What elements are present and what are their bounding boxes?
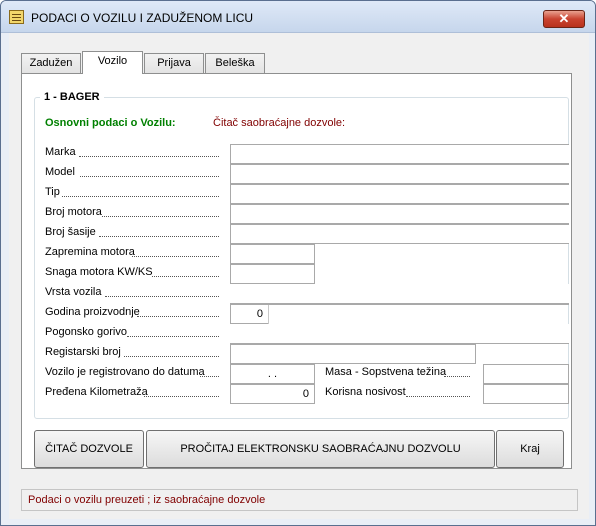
- label-broj-sasije: Broj šasije: [45, 226, 96, 238]
- registarski-field[interactable]: [230, 344, 476, 364]
- label-broj-motora: Broj motora: [45, 206, 102, 218]
- tab-zaduzen[interactable]: Zadužen: [21, 53, 81, 73]
- form-icon: [9, 10, 24, 24]
- kraj-button[interactable]: Kraj: [496, 430, 564, 468]
- leader-dots: [137, 307, 219, 317]
- leader-dots: [62, 187, 219, 197]
- snaga-field[interactable]: [230, 264, 315, 284]
- label-gorivo: Pogonsko gorivo: [45, 326, 127, 338]
- model-field[interactable]: [230, 164, 569, 184]
- marka-field[interactable]: [230, 144, 569, 164]
- group-title: 1 - BAGER: [40, 91, 104, 103]
- registrovano-date-field[interactable]: . .: [230, 364, 315, 384]
- title-bar: PODACI O VOZILU I ZADUŽENOM LICU ✕: [1, 1, 595, 33]
- label-marka: Marka: [45, 146, 76, 158]
- vrsta-field[interactable]: [230, 284, 569, 304]
- citac-dozvole-button[interactable]: ČITAČ DOZVOLE: [34, 430, 144, 468]
- status-bar: Podaci o vozilu preuzeti ; iz saobraćajn…: [21, 489, 578, 511]
- label-masa: Masa - Sopstvena težina: [325, 366, 447, 378]
- label-vrsta: Vrsta vozila: [45, 286, 102, 298]
- leader-dots: [444, 367, 470, 377]
- leader-dots: [80, 167, 219, 177]
- dialog-body: Zadužen Vozilo Prijava Beleška 1 - BAGER…: [9, 33, 589, 519]
- tab-panel-vozilo: 1 - BAGER Osnovni podaci o Vozilu: Čitač…: [21, 73, 572, 469]
- godina-extension: [268, 304, 569, 305]
- leader-dots: [102, 207, 219, 217]
- close-button[interactable]: ✕: [543, 10, 585, 28]
- leader-dots: [124, 347, 219, 357]
- kilometraza-field[interactable]: 0: [230, 384, 315, 404]
- procitaj-dozvolu-button[interactable]: PROČITAJ ELEKTRONSKU SAOBRAĆAJNU DOZVOLU: [146, 430, 495, 468]
- leader-dots: [152, 267, 219, 277]
- label-registarski: Registarski broj: [45, 346, 121, 358]
- leader-dots: [105, 287, 219, 297]
- label-registrovano: Vozilo je registrovano do datuma: [45, 366, 205, 378]
- godina-divider: [268, 304, 269, 324]
- label-zapremina: Zapremina motora: [45, 246, 135, 258]
- label-tip: Tip: [45, 186, 60, 198]
- label-nosivost: Korisna nosivost: [325, 386, 406, 398]
- leader-dots: [99, 227, 219, 237]
- tab-prijava[interactable]: Prijava: [144, 53, 204, 73]
- leader-dots: [144, 387, 219, 397]
- label-snaga: Snaga motora KW/KS: [45, 266, 153, 278]
- leader-dots: [406, 387, 470, 397]
- tab-vozilo[interactable]: Vozilo: [82, 51, 143, 74]
- masa-field[interactable]: [483, 364, 569, 384]
- leader-dots: [127, 327, 219, 337]
- zapremina-field[interactable]: [230, 244, 315, 264]
- vehicle-info-window: PODACI O VOZILU I ZADUŽENOM LICU ✕ Zaduž…: [0, 0, 596, 526]
- broj-sasije-field[interactable]: [230, 224, 569, 244]
- leader-dots: [200, 367, 219, 377]
- section-basic-data: Osnovni podaci o Vozilu:: [45, 117, 176, 129]
- godina-field[interactable]: 0: [230, 304, 268, 324]
- label-model: Model: [45, 166, 75, 178]
- leader-dots: [132, 247, 219, 257]
- section-reader: Čitač saobraćajne dozvole:: [213, 117, 346, 129]
- leader-dots: [79, 147, 219, 157]
- label-godina: Godina proizvodnje: [45, 306, 140, 318]
- gorivo-field[interactable]: [230, 324, 569, 344]
- nosivost-field[interactable]: [483, 384, 569, 404]
- tip-field[interactable]: [230, 184, 569, 204]
- window-title: PODACI O VOZILU I ZADUŽENOM LICU: [31, 11, 254, 25]
- label-kilometraza: Pređena Kilometraža: [45, 386, 148, 398]
- broj-motora-field[interactable]: [230, 204, 569, 224]
- tab-beleska[interactable]: Beleška: [205, 53, 265, 73]
